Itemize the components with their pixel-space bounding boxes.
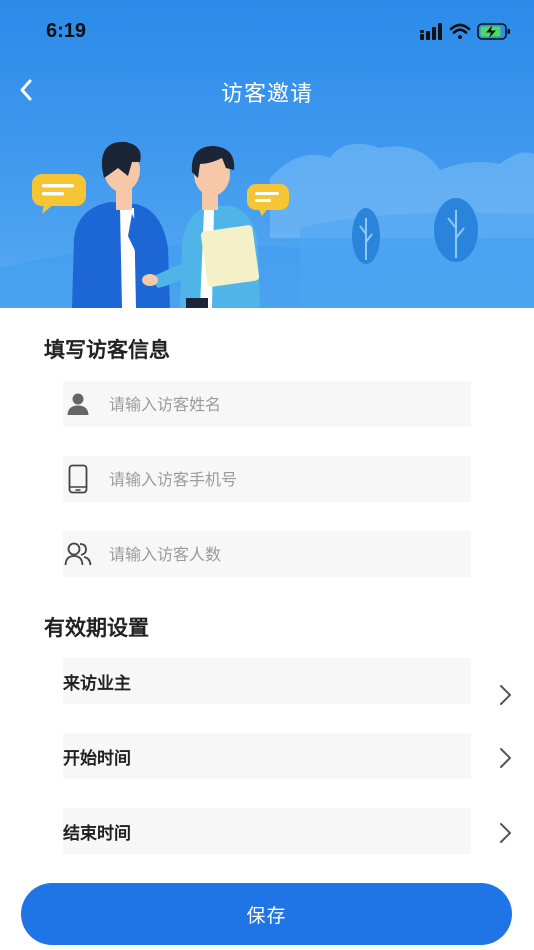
host-owner-selector[interactable]: 来访业主 [63,658,471,704]
handshake-illustration [0,141,534,308]
visitor-count-input[interactable] [109,531,459,577]
start-time-selector[interactable]: 开始时间 [63,733,471,779]
start-time-label: 开始时间 [63,749,131,769]
page-title: 访客邀请 [220,82,313,107]
people-group-icon [63,531,93,577]
mobile-phone-icon [63,456,93,502]
end-time-selector[interactable]: 结束时间 [63,808,471,854]
save-button[interactable]: 保存 [21,883,512,945]
header-banner: 6:19 访客邀请 [0,0,534,308]
validity-section-title: 有效期设置 [44,616,149,640]
visitor-phone-field[interactable] [63,456,471,502]
visitor-name-field[interactable] [63,381,471,427]
visitor-name-input[interactable] [109,381,459,427]
host-owner-label: 来访业主 [63,674,131,694]
visitor-count-field[interactable] [63,531,471,577]
status-time: 6:19 [46,20,87,42]
person-icon [63,381,93,427]
status-icons [420,22,512,42]
visitor-info-section-title: 填写访客信息 [44,338,170,362]
chevron-right-icon[interactable] [496,820,514,846]
chevron-right-icon[interactable] [496,682,514,708]
wifi-icon [449,23,471,39]
navigation-bar: 访客邀请 [0,62,534,118]
visitor-phone-input[interactable] [109,456,459,502]
cellular-signal-icon [420,23,442,40]
tree-right [434,198,478,262]
end-time-label: 结束时间 [63,824,131,844]
battery-charging-icon [477,23,510,40]
speech-bubble-left [32,174,86,214]
chevron-right-icon[interactable] [496,745,514,771]
status-bar: 6:19 [0,0,534,62]
tree-left [352,208,380,264]
